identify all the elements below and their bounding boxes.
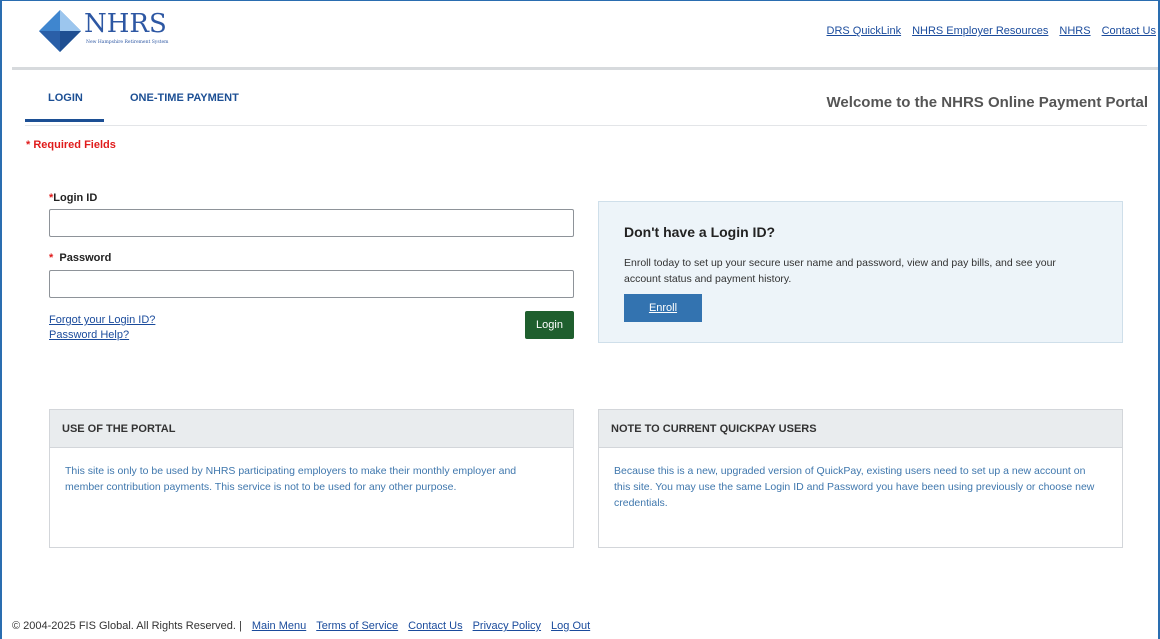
page-title: Welcome to the NHRS Online Payment Porta… (826, 94, 1148, 111)
login-button[interactable]: Login (525, 311, 574, 339)
login-id-label-text: Login ID (53, 192, 98, 204)
tab-bar: LOGIN ONE-TIME PAYMENT (25, 92, 239, 122)
nhrs-link[interactable]: NHRS (1059, 25, 1090, 37)
password-label-text: Password (59, 252, 112, 264)
footer-contact-link[interactable]: Contact Us (408, 620, 462, 632)
tab-one-time-payment[interactable]: ONE-TIME PAYMENT (104, 92, 239, 122)
diamond-logo-icon (39, 10, 81, 52)
contact-us-link[interactable]: Contact Us (1102, 25, 1156, 37)
header-divider (12, 67, 1158, 70)
enroll-title: Don't have a Login ID? (624, 224, 776, 240)
enroll-button[interactable]: Enroll (624, 294, 702, 322)
footer: © 2004-2025 FIS Global. All Rights Reser… (12, 620, 600, 632)
required-star: * (49, 252, 54, 264)
panel-body: This site is only to be used by NHRS par… (65, 465, 517, 493)
tab-login[interactable]: LOGIN (25, 92, 104, 122)
login-id-label: *Login ID (49, 192, 97, 204)
footer-separator: | (238, 620, 242, 632)
password-label: * Password (49, 252, 111, 264)
panel-heading: USE OF THE PORTAL (50, 410, 573, 448)
logo-text: NHRS (84, 9, 167, 39)
enroll-panel: Don't have a Login ID? Enroll today to s… (598, 201, 1123, 343)
footer-terms-link[interactable]: Terms of Service (316, 620, 398, 632)
copyright-text: © 2004-2025 FIS Global. All Rights Reser… (12, 620, 236, 632)
password-help-link[interactable]: Password Help? (49, 329, 129, 341)
forgot-login-id-link[interactable]: Forgot your Login ID? (49, 314, 155, 326)
top-nav: DRS QuickLink NHRS Employer Resources NH… (827, 25, 1157, 37)
employer-resources-link[interactable]: NHRS Employer Resources (912, 25, 1048, 37)
password-input[interactable] (49, 270, 574, 298)
login-id-input[interactable] (49, 209, 574, 237)
footer-privacy-link[interactable]: Privacy Policy (473, 620, 541, 632)
required-fields-note: * Required Fields (26, 139, 116, 151)
quickpay-note-panel: NOTE TO CURRENT QUICKPAY USERS Because t… (598, 409, 1123, 548)
panel-heading: NOTE TO CURRENT QUICKPAY USERS (599, 410, 1122, 448)
use-of-portal-panel: USE OF THE PORTAL This site is only to b… (49, 409, 574, 548)
tab-divider (25, 125, 1147, 126)
panel-body: Because this is a new, upgraded version … (614, 465, 1095, 509)
enroll-description: Enroll today to set up your secure user … (624, 257, 1056, 285)
footer-main-menu-link[interactable]: Main Menu (252, 620, 306, 632)
nhrs-logo[interactable]: NHRS New Hampshire Retirement System (38, 9, 168, 53)
site-header: NHRS New Hampshire Retirement System DRS… (2, 1, 1158, 67)
drs-quicklink-link[interactable]: DRS QuickLink (827, 25, 902, 37)
logo-subtitle: New Hampshire Retirement System (86, 40, 169, 45)
footer-logout-link[interactable]: Log Out (551, 620, 590, 632)
